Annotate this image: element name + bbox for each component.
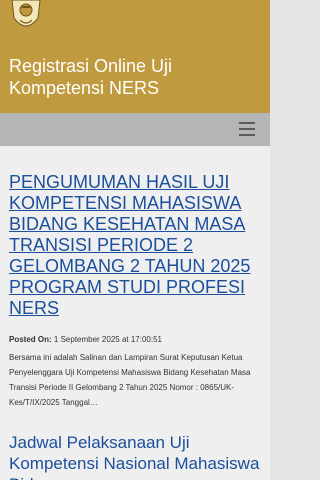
hamburger-menu-icon[interactable] <box>239 122 255 136</box>
university-emblem-icon[interactable] <box>8 0 44 32</box>
hamburger-line-top <box>239 122 255 124</box>
navbar <box>0 113 270 146</box>
post-excerpt: Bersama ini adalah Salinan dan Lampiran … <box>9 353 251 407</box>
site-header: Registrasi Online Uji Kompetensi NERS <box>0 0 270 113</box>
hamburger-line-middle <box>239 128 255 130</box>
post-meta: Posted On: 1 September 2025 at 17:00:51 <box>9 334 265 345</box>
posted-date: 1 September 2025 at 17:00:51 <box>53 335 162 344</box>
hamburger-line-bottom <box>239 134 255 136</box>
site-title[interactable]: Registrasi Online Uji Kompetensi NERS <box>9 55 259 99</box>
page: Registrasi Online Uji Kompetensi NERS PE… <box>0 0 270 480</box>
post-title-link[interactable]: PENGUMUMAN HASIL UJI KOMPETENSI MAHASISW… <box>9 172 265 319</box>
post-title-link-2[interactable]: Jadwal Pelaksanaan Uji Kompetensi Nasion… <box>9 432 265 480</box>
posted-label: Posted On: <box>9 335 52 344</box>
